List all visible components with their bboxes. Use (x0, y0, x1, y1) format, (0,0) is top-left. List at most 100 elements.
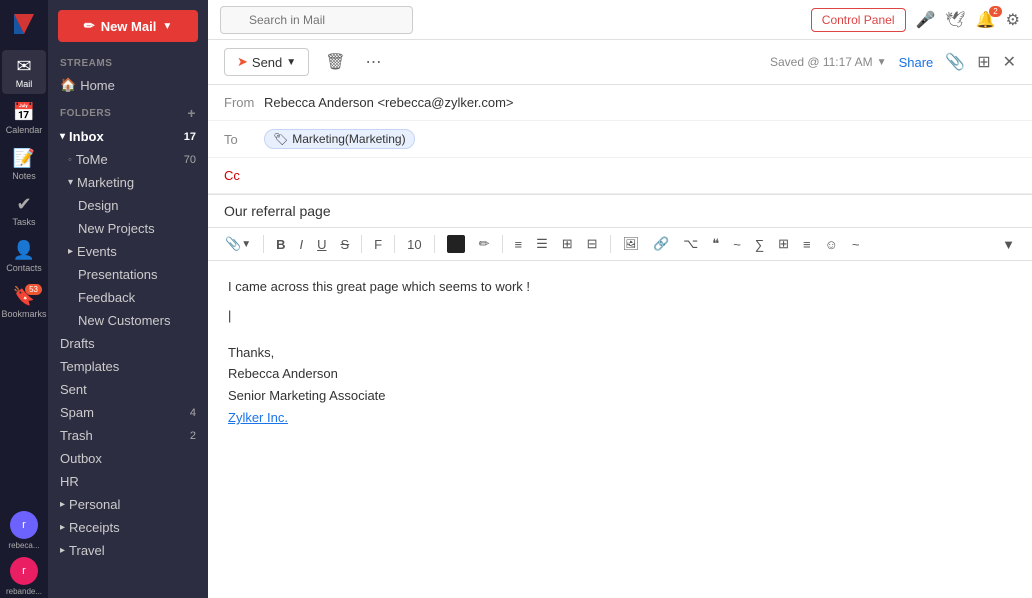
sidebar: ✏ New Mail ▼ STREAMS 🏠 Home FOLDERS + ▾ … (48, 0, 208, 598)
sidebar-item-tome[interactable]: ◦ ToMe 70 (48, 148, 208, 171)
main-area: 🔍 Control Panel 🎤 🕊 🔔 2 ⚙ ➤ Send ▼ 🗑 ⋯ (208, 0, 1032, 598)
list-button[interactable]: ☰ (531, 233, 553, 255)
delete-button[interactable]: 🗑 (321, 48, 349, 76)
attach-button[interactable]: 📎 ▼ (220, 233, 256, 255)
nav-notes[interactable]: 📝 Notes (2, 142, 46, 186)
strikethrough-button[interactable]: S (336, 234, 355, 255)
trash-count: 2 (190, 430, 196, 442)
outdent-button[interactable]: ⊟ (582, 233, 603, 255)
events-expand-icon: ▸ (68, 246, 73, 257)
contacts-icon: 👤 (13, 240, 35, 261)
font-family-button[interactable]: F (369, 234, 387, 255)
sig-company-link[interactable]: Zylker Inc. (228, 410, 288, 425)
notifications-badge: 2 (989, 6, 1001, 17)
sidebar-item-presentations[interactable]: Presentations (48, 263, 208, 286)
send-button[interactable]: ➤ Send ▼ (224, 48, 309, 76)
sidebar-item-templates[interactable]: Templates (48, 355, 208, 378)
nav-recent2[interactable]: r rebande... (2, 554, 46, 598)
nav-contacts[interactable]: 👤 Contacts (2, 234, 46, 278)
sig-company: Zylker Inc. (228, 408, 1012, 429)
sidebar-item-travel[interactable]: ▸ Travel (48, 539, 208, 562)
to-value: 🏷 Marketing(Marketing) (264, 129, 1016, 149)
from-row: From Rebecca Anderson <rebecca@zylker.co… (208, 85, 1032, 121)
format-toolbar: 📎 ▼ B I U S F 10 ✏ ≡ ☰ ⊞ ⊟ 🖼 🔗 ⌥ ❝ ~ ∑ ⊞ (208, 228, 1032, 261)
toolbar-separator-3 (394, 235, 395, 253)
calendar-icon: 📅 (13, 102, 35, 123)
nav-calendar[interactable]: 📅 Calendar (2, 96, 46, 140)
sidebar-item-drafts[interactable]: Drafts (48, 332, 208, 355)
more-icon[interactable]: ⊞ (977, 52, 990, 72)
indent-button[interactable]: ⊞ (557, 233, 578, 255)
add-folder-icon[interactable]: + (187, 105, 196, 121)
sidebar-item-personal[interactable]: ▸ Personal (48, 493, 208, 516)
nav-bookmarks[interactable]: 53 🔖 Bookmarks (2, 280, 46, 324)
bookmarks-badge: 53 (25, 284, 42, 295)
code-button[interactable]: ⌥ (678, 233, 703, 255)
chart-button[interactable]: ∑ (750, 234, 769, 255)
microphone-icon[interactable]: 🎤 (916, 10, 936, 30)
text-color-button[interactable] (442, 232, 470, 256)
contacts-icon[interactable]: 🕊 (945, 10, 965, 30)
saved-dropdown-icon[interactable]: ▼ (877, 57, 887, 68)
subject-row[interactable]: Our referral page (208, 195, 1032, 228)
share-button[interactable]: Share (899, 55, 934, 70)
emoji-button[interactable]: ☺ (820, 234, 843, 255)
nav-contacts-label: Contacts (6, 263, 42, 273)
align-button[interactable]: ≡ (510, 234, 528, 255)
sidebar-item-new-customers[interactable]: New Customers (48, 309, 208, 332)
new-mail-dropdown-icon: ▼ (162, 21, 172, 32)
nav-tasks[interactable]: ✔ Tasks (2, 188, 46, 232)
from-label: From (224, 95, 264, 110)
personal-expand-icon: ▸ (60, 499, 65, 510)
sidebar-item-new-projects[interactable]: New Projects (48, 217, 208, 240)
receipts-expand-icon: ▸ (60, 522, 65, 533)
settings-icon[interactable]: ⚙ (1006, 10, 1020, 30)
sidebar-item-sent[interactable]: Sent (48, 378, 208, 401)
mail-icon: ✉ (16, 56, 31, 77)
body-cursor: | (228, 306, 1012, 327)
new-mail-button[interactable]: ✏ New Mail ▼ (58, 10, 198, 42)
attachment-view-icon[interactable]: 📎 (945, 52, 965, 72)
to-row[interactable]: To 🏷 Marketing(Marketing) (208, 121, 1032, 158)
more-format-button[interactable]: ▼ (997, 234, 1020, 255)
sidebar-item-feedback[interactable]: Feedback (48, 286, 208, 309)
sidebar-item-events[interactable]: ▸ Events (48, 240, 208, 263)
sidebar-item-hr[interactable]: HR (48, 470, 208, 493)
image-button[interactable]: 🖼 (618, 233, 645, 255)
italic-button[interactable]: I (294, 234, 308, 255)
nav-notes-label: Notes (12, 171, 36, 181)
sidebar-item-receipts[interactable]: ▸ Receipts (48, 516, 208, 539)
tome-prefix: ◦ (68, 154, 72, 166)
saved-info: Saved @ 11:17 AM ▼ (770, 55, 887, 69)
body-line1: I came across this great page which seem… (228, 277, 1012, 298)
sidebar-item-home[interactable]: 🏠 Home (48, 73, 208, 97)
cc-row[interactable]: Cc (208, 158, 1032, 194)
sidebar-item-trash[interactable]: Trash 2 (48, 424, 208, 447)
sidebar-item-marketing[interactable]: ▾ Marketing (48, 171, 208, 194)
signature-button[interactable]: ~ (847, 234, 865, 255)
link-button[interactable]: 🔗 (648, 233, 674, 255)
math-button[interactable]: ~ (728, 234, 746, 255)
sig-name: Rebecca Anderson (228, 364, 1012, 385)
close-compose-icon[interactable]: ✕ (1003, 52, 1016, 72)
more-options-button[interactable]: ⋯ (362, 48, 386, 76)
bold-button[interactable]: B (271, 234, 290, 255)
list2-button[interactable]: ≡ (798, 234, 816, 255)
underline-button[interactable]: U (312, 234, 331, 255)
search-input[interactable] (220, 6, 413, 34)
quote-button[interactable]: ❝ (707, 233, 724, 255)
control-panel-button[interactable]: Control Panel (811, 8, 906, 32)
sidebar-item-design[interactable]: Design (48, 194, 208, 217)
nav-recent1[interactable]: r rebeca... (2, 508, 46, 552)
font-size-button[interactable]: 10 (402, 234, 426, 255)
sidebar-item-inbox[interactable]: ▾ Inbox 17 (48, 125, 208, 148)
nav-mail[interactable]: ✉ Mail (2, 50, 46, 94)
spam-count: 4 (190, 407, 196, 419)
travel-expand-icon: ▸ (60, 545, 65, 556)
notifications-icon[interactable]: 🔔 2 (976, 10, 996, 30)
sidebar-item-outbox[interactable]: Outbox (48, 447, 208, 470)
sidebar-item-spam[interactable]: Spam 4 (48, 401, 208, 424)
compose-body[interactable]: I came across this great page which seem… (208, 261, 1032, 598)
highlight-button[interactable]: ✏ (474, 233, 495, 255)
table-button[interactable]: ⊞ (773, 233, 794, 255)
